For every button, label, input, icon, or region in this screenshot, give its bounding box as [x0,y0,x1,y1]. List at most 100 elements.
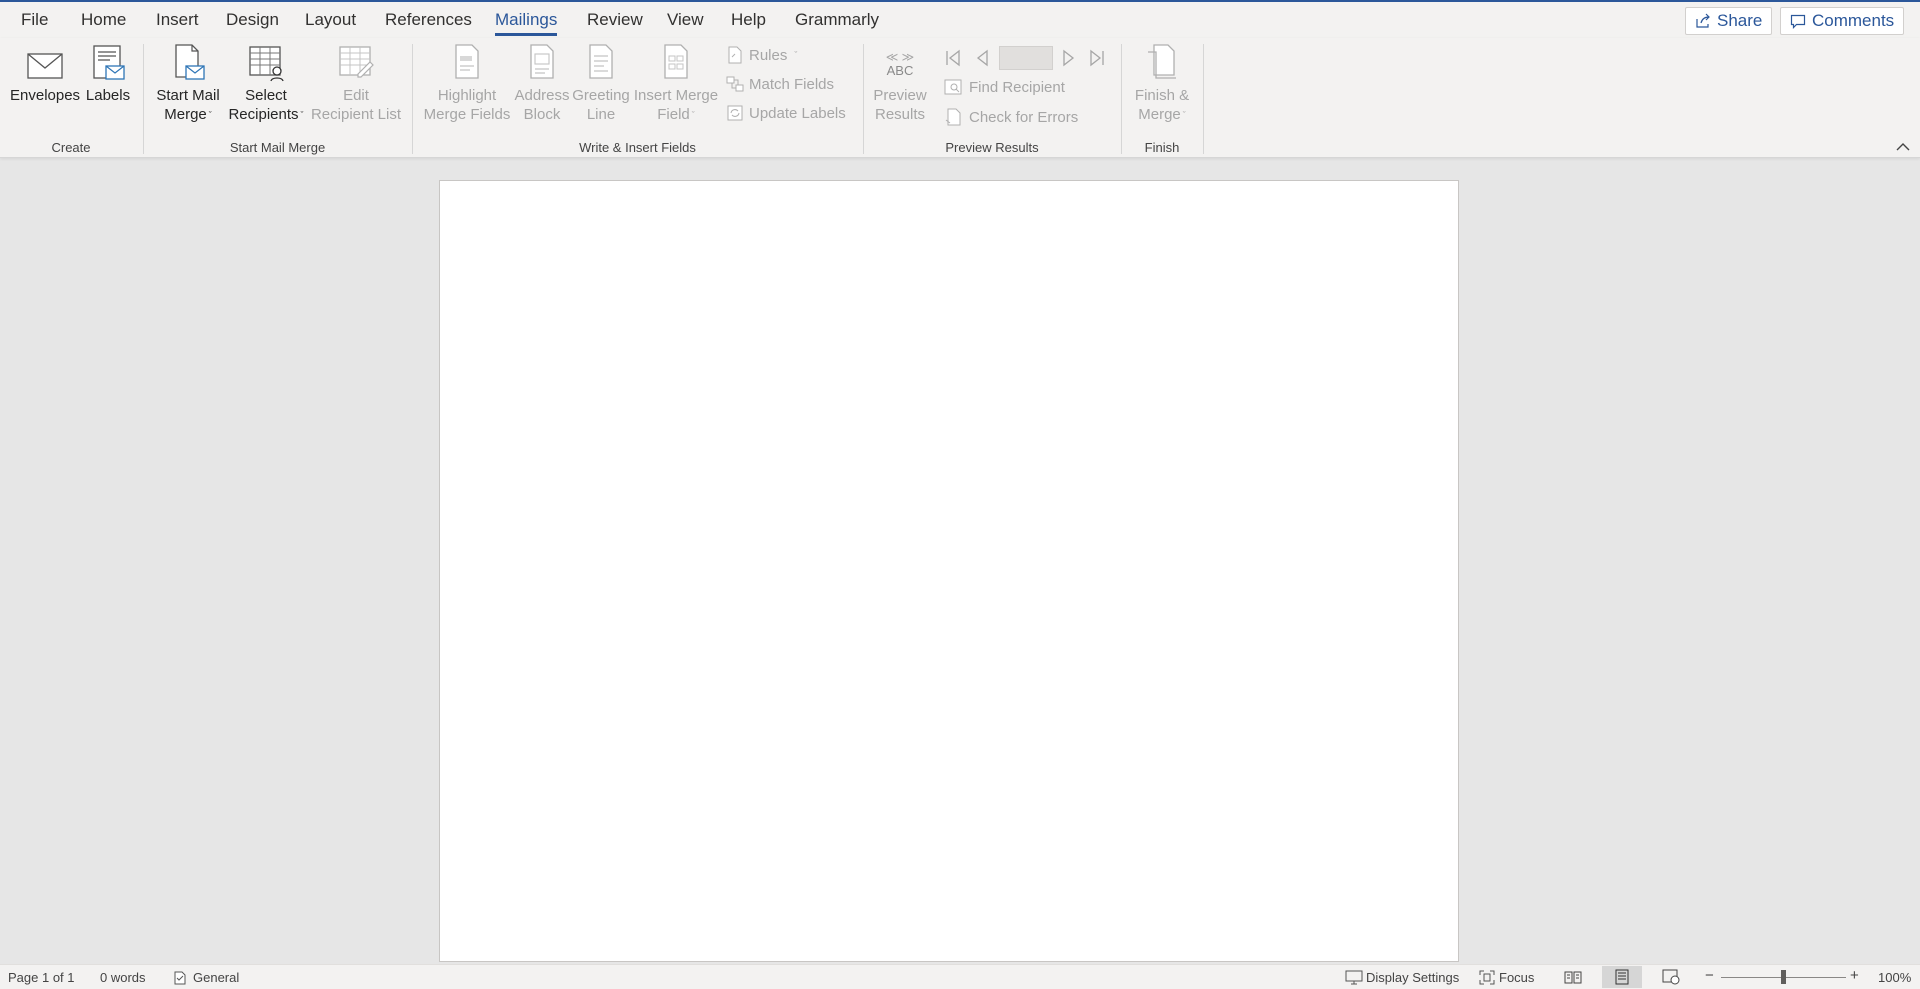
read-mode-button[interactable] [1553,966,1593,988]
share-label: Share [1717,11,1763,30]
display-settings-label[interactable]: Display Settings [1366,970,1459,985]
find-recipient-button[interactable]: Find Recipient [944,78,1065,96]
match-fields-label: Match Fields [749,75,835,93]
group-label-create: Create [51,140,91,155]
check-errors-button[interactable]: Check for Errors [944,108,1078,126]
tab-mailings[interactable]: Mailings [495,10,558,36]
group-separator [143,44,144,154]
insert-merge-field-button[interactable]: Insert Merge Field ˇ [632,42,720,125]
collapse-ribbon-icon[interactable] [1896,142,1910,152]
zoom-out-button[interactable]: − [1705,967,1714,984]
labels-label: Labels [85,87,131,104]
preview-results-button[interactable]: ≪ ≫ ABC Preview Results [868,42,932,124]
language-indicator[interactable]: General [193,970,239,985]
focus-icon [1479,970,1495,985]
insert-field-label-1: Insert Merge [633,87,719,104]
finish-label-1: Finish & [1134,87,1190,104]
match-fields-icon [726,76,744,92]
tab-design[interactable]: Design [226,10,279,30]
start-mail-merge-label-2: Merge [164,106,207,123]
zoom-slider-thumb[interactable] [1781,970,1786,984]
print-layout-icon [1615,969,1629,985]
tab-review[interactable]: Review [587,10,643,30]
update-labels-label: Update Labels [749,104,846,122]
group-label-start-mail-merge: Start Mail Merge [229,140,326,155]
select-recipients-label-2: Recipients [228,106,299,123]
share-button[interactable]: Share [1685,7,1773,35]
check-errors-label: Check for Errors [969,108,1079,126]
tab-file[interactable]: File [21,10,48,30]
chevron-down-icon: ˇ [794,50,798,60]
first-record-icon[interactable] [943,48,963,68]
word-count[interactable]: 0 words [100,970,146,985]
highlight-fields-icon [455,44,479,79]
update-labels-icon [727,105,743,121]
print-layout-button[interactable] [1602,966,1642,988]
edit-recipient-list-button[interactable]: Edit Recipient List [308,42,404,124]
display-settings-icon [1345,970,1363,985]
labels-icon [93,45,125,80]
comment-icon [1790,14,1806,29]
edit-list-icon [339,46,374,78]
mail-merge-icon [175,44,205,80]
group-label-preview-results: Preview Results [945,140,1039,155]
tab-references[interactable]: References [385,10,472,30]
insert-field-label-2: Field [657,106,690,123]
zoom-level[interactable]: 100% [1878,970,1911,985]
preview-abc-icon: ≪ ≫ ABC [885,50,915,78]
page-count[interactable]: Page 1 of 1 [8,970,75,985]
tab-help[interactable]: Help [731,10,766,30]
highlight-label-2: Merge Fields [423,106,511,123]
focus-label[interactable]: Focus [1499,970,1534,985]
greeting-line-icon [589,44,613,79]
tab-layout[interactable]: Layout [305,10,356,30]
comments-button[interactable]: Comments [1780,7,1905,35]
envelope-icon [27,53,63,79]
record-number-input[interactable] [999,46,1053,70]
last-record-icon[interactable] [1087,48,1107,68]
insert-field-icon [664,44,688,79]
rules-label: Rules [749,46,788,64]
rules-icon [728,46,742,64]
edit-list-label-1: Edit [343,87,369,104]
greeting-line-label-2: Line [586,106,616,123]
tab-grammarly[interactable]: Grammarly [795,10,879,30]
highlight-merge-fields-button[interactable]: Highlight Merge Fields [420,42,514,124]
web-layout-button[interactable] [1651,966,1691,988]
group-separator [863,44,864,154]
select-recipients-label-1: Select [245,87,287,104]
previous-record-icon[interactable] [972,48,992,68]
chevron-down-icon: ˇ [300,109,304,120]
preview-icon-text: ABC [886,63,914,78]
group-label-finish: Finish [1144,140,1180,155]
finish-merge-button[interactable]: Finish & Merge ˇ [1126,42,1198,125]
document-page[interactable] [439,180,1459,962]
check-errors-icon [945,108,961,126]
address-block-button[interactable]: Address Block [514,42,570,124]
preview-label-1: Preview [873,87,927,104]
tab-insert[interactable]: Insert [156,10,199,30]
start-mail-merge-button[interactable]: Start Mail Merge ˇ [152,42,224,125]
tab-home[interactable]: Home [81,10,126,30]
chevron-down-icon: ˇ [208,109,212,120]
address-block-label-2: Block [523,106,561,123]
select-recipients-button[interactable]: Select Recipients ˇ [224,42,308,125]
match-fields-button[interactable]: Match Fields [726,75,834,93]
tab-view[interactable]: View [667,10,704,30]
start-mail-merge-label-1: Start Mail [156,87,220,104]
labels-button[interactable]: Labels [84,42,132,105]
greeting-line-button[interactable]: Greeting Line [570,42,632,124]
group-separator [412,44,413,154]
edit-list-label-2: Recipient List [310,106,402,123]
find-recipient-label: Find Recipient [969,78,1065,96]
zoom-in-button[interactable]: + [1850,967,1859,984]
group-separator [1121,44,1122,154]
update-labels-button[interactable]: Update Labels [726,104,846,122]
status-bar: Page 1 of 1 0 words General Display Sett… [0,964,1920,989]
address-block-label-1: Address [514,87,570,104]
address-block-icon [530,44,554,79]
chevron-down-icon: ˇ [1182,109,1186,120]
rules-button[interactable]: Rules ˇ [726,46,797,64]
envelopes-button[interactable]: Envelopes [10,42,80,105]
next-record-icon[interactable] [1059,48,1079,68]
